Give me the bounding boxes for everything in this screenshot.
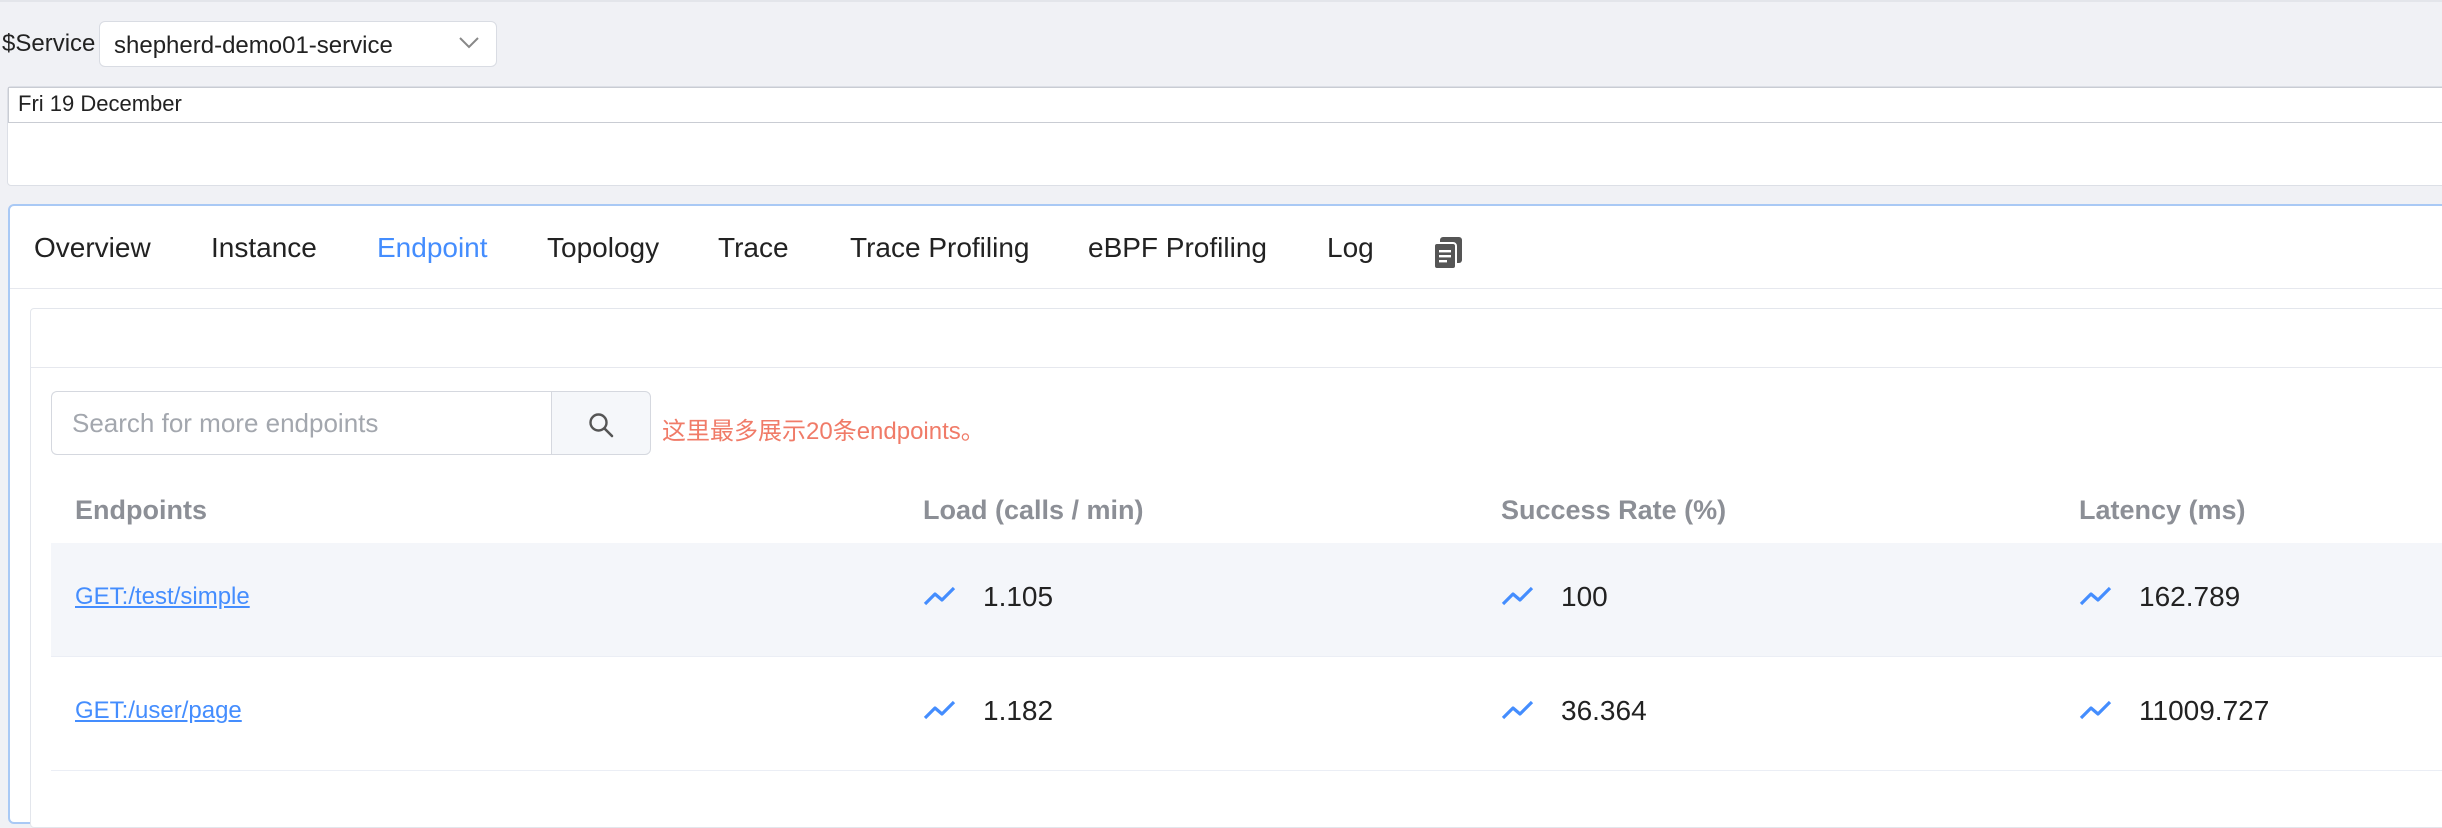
- tab-endpoint[interactable]: Endpoint: [377, 232, 488, 264]
- column-header-load: Load (calls / min): [923, 495, 1144, 525]
- success-rate-value: 100: [1561, 581, 1608, 612]
- trend-line-icon: [1501, 700, 1534, 720]
- dashboard-card: Overview Instance Endpoint Topology Trac…: [8, 204, 2442, 828]
- load-value: 1.182: [983, 695, 1054, 726]
- column-header-endpoints: Endpoints: [75, 495, 207, 525]
- tab-trace-profiling[interactable]: Trace Profiling: [850, 232, 1029, 264]
- endpoint-link[interactable]: GET:/test/simple: [75, 583, 250, 611]
- endpoint-panel: 这里最多展示20条endpoints。 Endpoints Load (call…: [30, 308, 2442, 828]
- trend-line-icon: [1501, 586, 1534, 606]
- document-copy-icon[interactable]: [1430, 234, 1466, 270]
- latency-value: 162.789: [2139, 581, 2241, 612]
- date-value: Fri 19 December: [18, 91, 182, 116]
- service-label: $Service: [2, 30, 96, 57]
- tab-trace[interactable]: Trace: [718, 232, 789, 264]
- trend-line-icon: [2079, 586, 2112, 606]
- search-button[interactable]: [551, 391, 651, 455]
- endpoint-search-input[interactable]: [51, 391, 551, 455]
- trend-line-icon: [923, 586, 956, 606]
- trend-line-icon: [2079, 700, 2112, 720]
- search-hint: 这里最多展示20条endpoints。: [662, 418, 985, 445]
- endpoint-link[interactable]: GET:/user/page: [75, 697, 242, 725]
- tab-bar: Overview Instance Endpoint Topology Trac…: [10, 206, 2442, 289]
- trend-line-icon: [923, 700, 956, 720]
- search-icon: [589, 413, 614, 438]
- table-header: Endpoints Load (calls / min) Success Rat…: [51, 477, 2442, 544]
- latency-value: 11009.727: [2139, 695, 2270, 726]
- column-header-latency: Latency (ms): [2079, 495, 2246, 525]
- tab-log[interactable]: Log: [1327, 232, 1374, 264]
- tab-overview[interactable]: Overview: [34, 232, 151, 264]
- date-panel: Fri 19 December: [7, 86, 2442, 186]
- column-header-success-rate: Success Rate (%): [1501, 495, 1727, 525]
- tab-ebpf-profiling[interactable]: eBPF Profiling: [1088, 232, 1267, 264]
- service-select[interactable]: shepherd-demo01-service: [99, 21, 497, 67]
- table-row: GET:/user/page 1.182 36.364 11009.727: [51, 657, 2442, 771]
- success-rate-value: 36.364: [1561, 695, 1647, 726]
- load-value: 1.105: [983, 581, 1054, 612]
- filter-bar: $Service shepherd-demo01-service: [0, 0, 2442, 86]
- panel-header: [31, 309, 2442, 368]
- chevron-down-icon: [459, 37, 479, 49]
- table-row: GET:/test/simple 1.105 100 162.789: [51, 543, 2442, 657]
- tab-topology[interactable]: Topology: [547, 232, 659, 264]
- tab-instance[interactable]: Instance: [211, 232, 317, 264]
- service-select-value: shepherd-demo01-service: [114, 32, 393, 59]
- date-field[interactable]: Fri 19 December: [8, 87, 2442, 123]
